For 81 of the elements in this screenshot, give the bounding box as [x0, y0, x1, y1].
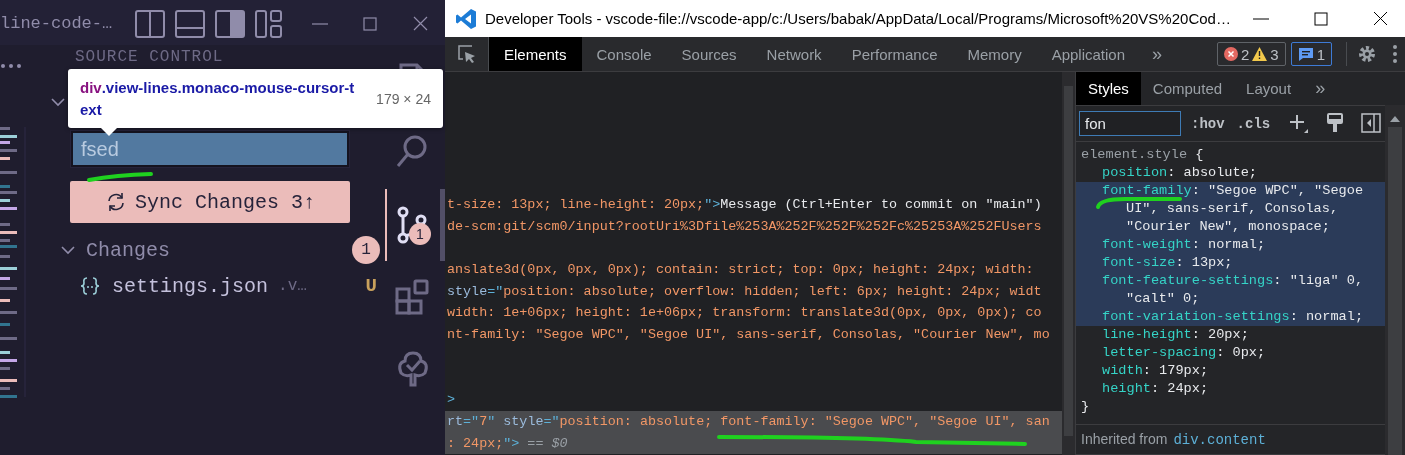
warning-icon [1252, 47, 1268, 61]
more-tabs-button[interactable]: » [1140, 43, 1175, 65]
css-declaration[interactable]: width: 179px; [1076, 362, 1385, 380]
css-declaration[interactable]: font-size: 13px; [1076, 254, 1385, 272]
css-declaration[interactable]: line-height: 20px; [1076, 326, 1385, 344]
message-icon [1297, 46, 1314, 62]
sidebar-layout-icon[interactable] [214, 8, 246, 39]
dom-code-line[interactable]: t-size: 13px; line-height: 20px;">Message (Ctrl+Enter to commit on "main") [447, 194, 1062, 216]
panel-title: SOURCE CONTROL [75, 49, 225, 66]
scrollbar-thumb[interactable] [440, 189, 445, 261]
pane-tab[interactable]: Layout [1234, 72, 1304, 105]
toggle-button[interactable]: .cls [1234, 115, 1273, 132]
panel-tab[interactable]: Network [751, 37, 837, 71]
sync-icon [105, 191, 127, 213]
pane-tab[interactable]: Styles [1076, 72, 1141, 105]
paint-roller-icon [1325, 113, 1346, 134]
css-selector: element.style { [1080, 146, 1205, 164]
pane-tab[interactable]: Computed [1140, 72, 1235, 105]
error-icon [1223, 47, 1238, 61]
dom-code-line[interactable]: nt-family: "Segoe WPC", "Segoe UI", sans-serif, Consolas, "Courier New", mo [447, 324, 1062, 346]
maximize-icon [363, 16, 377, 31]
minimize-icon [312, 22, 328, 25]
inherited-label: Inherited from [1081, 431, 1168, 447]
code-logo-icon [455, 7, 477, 30]
kebab-menu-icon [1393, 45, 1397, 63]
window-title: line-code-… [0, 14, 112, 33]
status-letter: U [365, 275, 377, 297]
panel-tab[interactable]: Console [581, 37, 667, 71]
split-layout-icon[interactable] [134, 8, 166, 39]
css-declaration[interactable]: letter-spacing: 0px; [1076, 344, 1385, 362]
settings-icon [1357, 44, 1377, 64]
group-label[interactable]: Changes [86, 238, 170, 262]
css-declaration[interactable]: font-weight: normal; [1076, 236, 1385, 254]
closing-brace: } [1080, 398, 1091, 416]
plus-icon [1288, 113, 1310, 134]
css-declaration[interactable]: height: 24px; [1076, 380, 1385, 398]
activity-bar-item[interactable]: 1 [385, 189, 440, 261]
window-title: Developer Tools - vscode-file://vscode-app/c:/Users/babak/AppData/Local/Programs/Microsoft%20VS%20Cod… [485, 10, 1231, 27]
scroll-up-icon[interactable] [1389, 115, 1401, 123]
paint-brush-button[interactable] [1325, 113, 1346, 134]
css-declaration[interactable]: font-family: "Segoe WPC", "Segoe UI", sans-serif, Consolas, "Courier New", monospace; [1076, 182, 1385, 236]
count-badge: 1 [352, 236, 380, 264]
dom-code-line[interactable]: anslate3d(0px, 0px, 0px); contain: strict; top: 0px; height: 24px; width: [447, 259, 1062, 281]
filter-field[interactable]: fon [1079, 111, 1181, 136]
panel-tab[interactable]: Performance [836, 37, 953, 71]
messages-counter[interactable]: 1 [1290, 42, 1332, 66]
issues-counter[interactable]: 2 3 [1216, 42, 1286, 66]
more-tabs-button[interactable]: » [1303, 78, 1338, 99]
toggle-button[interactable]: :hov [1189, 115, 1227, 132]
json-braces-icon [80, 276, 100, 296]
panel-tab[interactable]: Memory [952, 37, 1037, 71]
file-path: .v… [278, 277, 307, 295]
element-size: 179 × 24 [376, 90, 431, 107]
css-declaration[interactable]: position: absolute; [1076, 164, 1385, 182]
add-rule-button[interactable] [1288, 113, 1310, 134]
dom-code-line[interactable]: style="position: absolute; overflow: hidden; left: 6px; height: 24px; widt [447, 280, 1062, 303]
element-selector: div.view-lines.monaco-mouse-cursor-text [80, 77, 355, 120]
maximize-icon [1313, 11, 1328, 26]
panel-layout-icon[interactable] [174, 8, 206, 39]
panel-tab[interactable]: Application [1036, 37, 1141, 71]
chevron-icon[interactable] [50, 96, 66, 108]
close-icon [1373, 11, 1389, 26]
more-actions-icon[interactable] [0, 63, 24, 69]
sidebar-toggle-button[interactable] [1361, 113, 1382, 134]
count-badge: 1 [409, 223, 431, 245]
highlighter-stroke [86, 171, 154, 183]
dom-code-line[interactable]: de-scm:git/scm0/input?rootUri%3Dfile%253A%252F%252F%252Fc%25253A%252FUsers [447, 215, 1062, 238]
panel-tab[interactable]: Sources [666, 37, 752, 71]
close-icon [412, 16, 428, 31]
css-declaration[interactable]: font-feature-settings: "liga" 0, "calt" 0; [1076, 272, 1385, 308]
dom-code-line[interactable]: width: 1e+06px; height: 1e+06px; transform: translate3d(0px, 0px, 0px); co [447, 302, 1062, 325]
file-name[interactable]: settings.json [112, 274, 269, 298]
chevron-icon[interactable] [60, 244, 76, 256]
minimize-icon [1252, 17, 1269, 20]
css-selector-link[interactable]: div.content [1173, 432, 1266, 448]
more-options-button[interactable] [1393, 45, 1397, 63]
css-declaration[interactable]: font-variation-settings: normal; [1076, 308, 1385, 326]
sync-changes-button[interactable]: Sync Changes 3↑ [70, 181, 350, 223]
dom-code-line[interactable]: > [447, 389, 1062, 411]
sidebar-icon [1361, 113, 1382, 134]
panel-tab[interactable]: Elements [489, 37, 582, 71]
